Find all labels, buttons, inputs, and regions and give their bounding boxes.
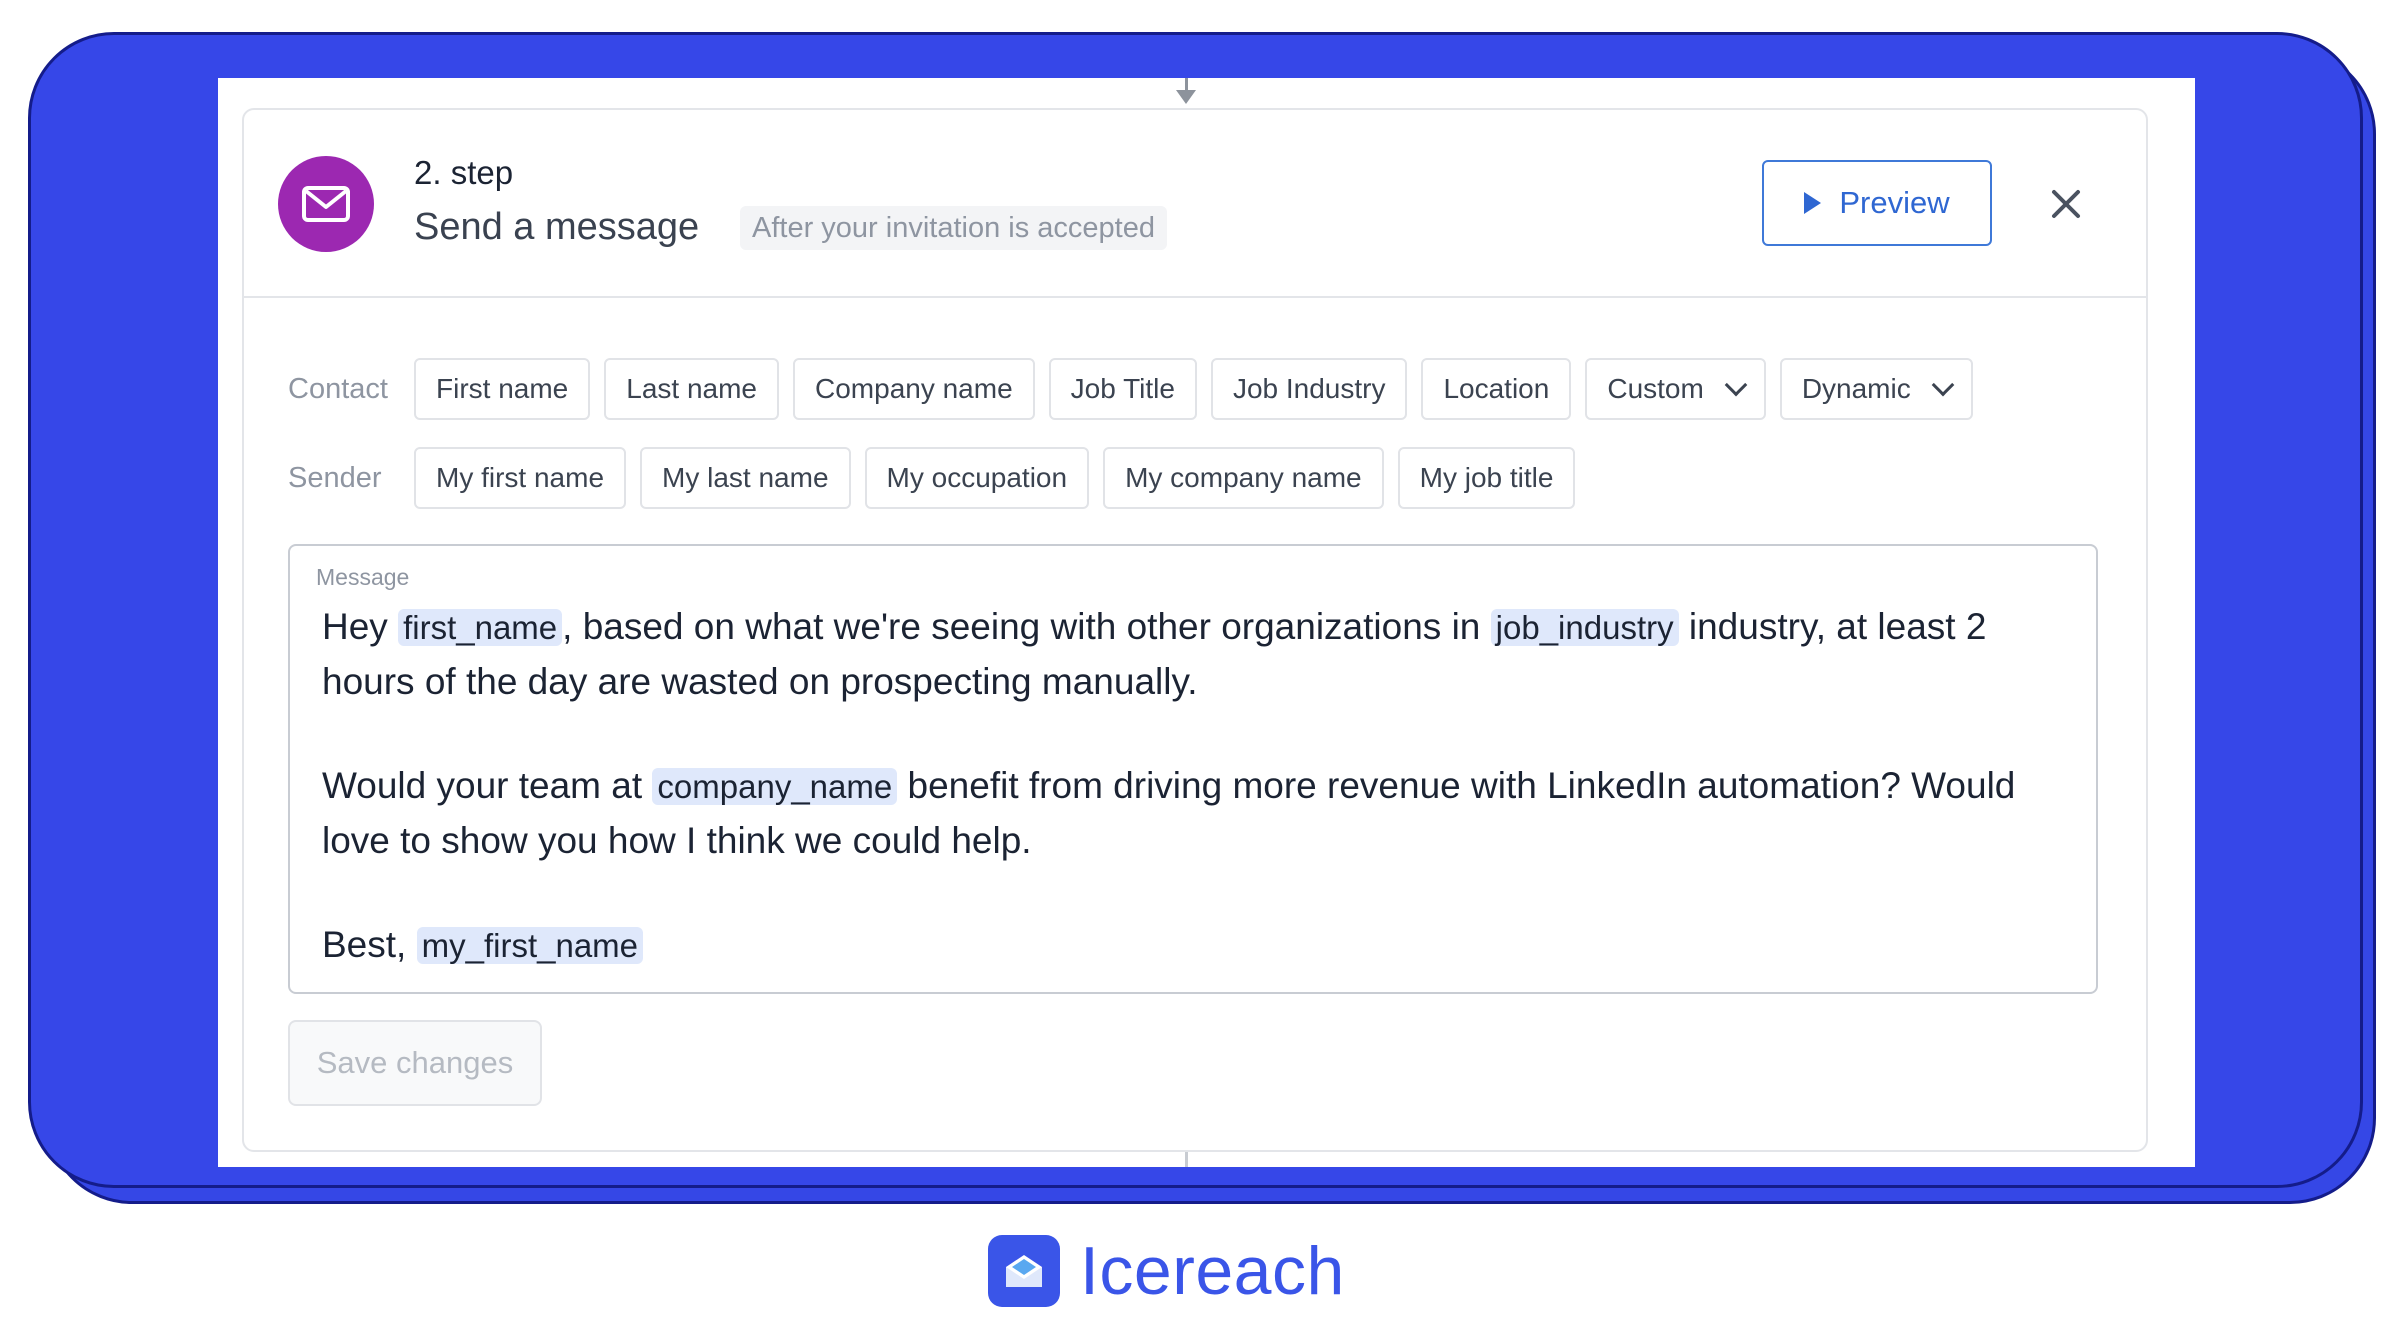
custom-dropdown[interactable]: Custom <box>1585 358 1766 420</box>
chevron-down-icon <box>1931 373 1955 397</box>
chip-label: My last name <box>662 462 829 493</box>
message-text: Would your team at <box>322 765 653 806</box>
chip-my-company-name[interactable]: My company name <box>1103 447 1384 509</box>
step-icon-badge <box>278 156 374 252</box>
message-paragraph: Hey first_name, based on what we're seei… <box>322 600 2056 709</box>
chip-label: Company name <box>815 373 1013 404</box>
chip-my-last-name[interactable]: My last name <box>640 447 851 509</box>
chip-label: First name <box>436 373 569 404</box>
chip-label: Location <box>1443 373 1550 404</box>
chip-label: Job Industry <box>1232 373 1386 404</box>
preview-button[interactable]: Preview <box>1762 160 1992 246</box>
step-condition-tag: After your invitation is accepted <box>740 206 1167 250</box>
chip-my-first-name[interactable]: My first name <box>414 447 627 509</box>
icereach-logo-icon <box>988 1235 1060 1307</box>
message-content[interactable]: Hey first_name, based on what we're seei… <box>322 600 2056 973</box>
step-header: 2. step Send a message After your invita… <box>244 110 2146 298</box>
chip-label: My occupation <box>886 462 1068 493</box>
dropdown-label: Dynamic <box>1801 373 1911 404</box>
message-text: Hey <box>322 606 399 647</box>
variable-token[interactable]: job_industry <box>1490 609 1679 646</box>
chip-label: My company name <box>1125 462 1362 493</box>
brand-name: Icereach <box>1080 1233 1345 1309</box>
step-card: 2. step Send a message After your invita… <box>242 108 2148 1152</box>
message-text: , based on what we're seeing with other … <box>562 606 1491 647</box>
message-textarea[interactable]: Message Hey first_name, based on what we… <box>288 544 2098 994</box>
dynamic-dropdown[interactable]: Dynamic <box>1779 358 1973 420</box>
close-icon <box>2052 190 2080 218</box>
chip-label: My job title <box>1419 462 1554 493</box>
connector-line-bottom <box>1185 1152 1188 1167</box>
step-title: Send a message <box>414 206 700 248</box>
app-screen: 2. step Send a message After your invita… <box>218 78 2195 1167</box>
contact-row-label: Contact <box>288 372 388 405</box>
connector-arrow-icon <box>1176 90 1196 104</box>
contact-variables-row: Contact First name Last name Company nam… <box>288 358 1973 420</box>
brand-footer: Icereach <box>988 1232 1345 1310</box>
close-button[interactable] <box>2044 182 2088 226</box>
chip-my-job-title[interactable]: My job title <box>1397 447 1576 509</box>
chip-first-name[interactable]: First name <box>414 358 591 420</box>
chip-location[interactable]: Location <box>1421 358 1572 420</box>
save-changes-button[interactable]: Save changes <box>288 1020 542 1106</box>
message-paragraph: Would your team at company_name benefit … <box>322 759 2056 868</box>
chip-company-name[interactable]: Company name <box>793 358 1035 420</box>
chip-job-industry[interactable]: Job Industry <box>1210 358 1408 420</box>
play-icon <box>1804 192 1822 214</box>
preview-button-label: Preview <box>1839 185 1950 220</box>
mail-icon <box>302 186 350 222</box>
chevron-down-icon <box>1724 373 1748 397</box>
sender-row-label: Sender <box>288 461 382 494</box>
chip-label: My first name <box>436 462 605 493</box>
message-field-label: Message <box>316 564 410 590</box>
step-number: 2. step <box>414 154 514 191</box>
chip-label: Last name <box>626 373 757 404</box>
variable-token[interactable]: company_name <box>652 768 898 805</box>
message-paragraph: Best, my_first_name <box>322 918 2056 973</box>
chip-last-name[interactable]: Last name <box>604 358 779 420</box>
variable-token[interactable]: first_name <box>398 609 563 646</box>
variable-token[interactable]: my_first_name <box>416 927 644 964</box>
chip-label: Job Title <box>1070 373 1175 404</box>
sender-variables-row: Sender My first name My last name My occ… <box>288 447 1576 509</box>
dropdown-label: Custom <box>1607 373 1704 404</box>
chip-my-occupation[interactable]: My occupation <box>864 447 1090 509</box>
message-text: Best, <box>322 924 417 965</box>
chip-job-title[interactable]: Job Title <box>1048 358 1197 420</box>
